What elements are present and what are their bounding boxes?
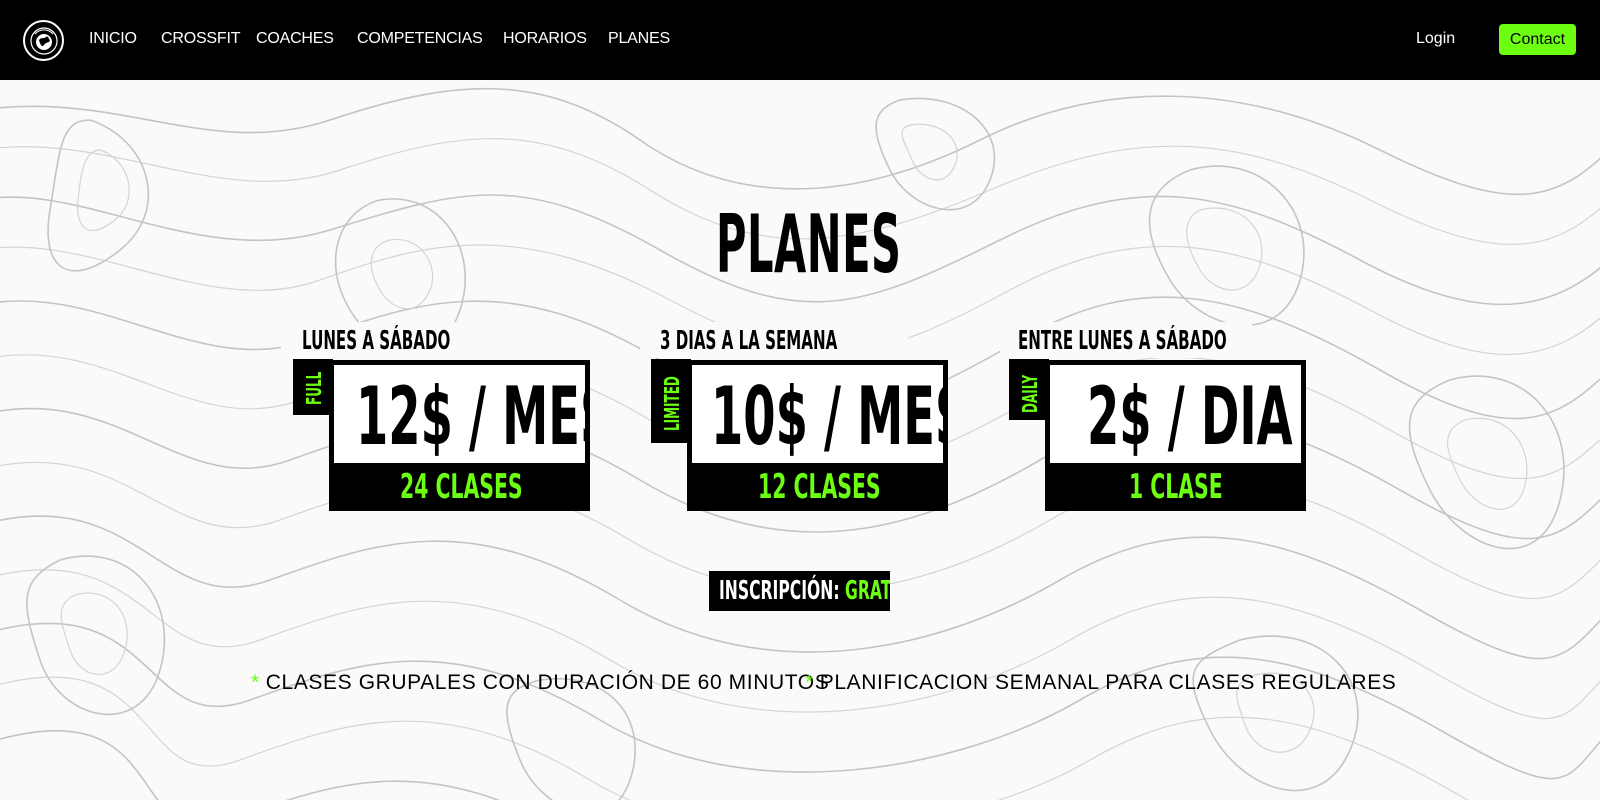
page-title: PLANES xyxy=(716,198,902,291)
plan-schedule-label: ENTRE LUNES A SÁBADO xyxy=(1018,326,1227,356)
note-weekly-planning: * PLANIFICACION SEMANAL PARA CLASES REGUL… xyxy=(805,671,1396,695)
plan-tag-full: FULL xyxy=(293,359,333,415)
nav-link-coaches[interactable]: COACHES xyxy=(256,30,334,48)
plan-schedule-label: 3 DIAS A LA SEMANA xyxy=(660,326,838,356)
contact-button[interactable]: Contact xyxy=(1499,24,1576,55)
plan-price: 2$ / DIA xyxy=(1087,370,1293,463)
plan-tag-label: DAILY xyxy=(1018,374,1042,413)
note-text: CLASES GRUPALES CON DURACIÓN DE 60 MINUT… xyxy=(265,671,830,694)
plan-price: 10$ / MES xyxy=(711,370,943,463)
nav-link-horarios[interactable]: HORARIOS xyxy=(503,30,587,48)
plan-price: 12$ / MES xyxy=(356,370,585,463)
note-text: PLANIFICACION SEMANAL PARA CLASES REGULA… xyxy=(819,671,1397,694)
plan-price-box: 10$ / MES 12 CLASES xyxy=(687,360,948,511)
plan-price-box: 12$ / MES 24 CLASES xyxy=(329,360,590,511)
nav-link-inicio[interactable]: INICIO xyxy=(89,30,137,48)
gym-logo-icon[interactable] xyxy=(23,20,64,61)
plan-classes: 12 CLASES xyxy=(758,467,881,507)
plan-tag-limited: LIMITED xyxy=(651,359,691,443)
login-link[interactable]: Login xyxy=(1416,30,1455,48)
inscription-label: INSCRIPCIÓN: xyxy=(719,576,840,606)
plan-classes: 1 CLASE xyxy=(1129,467,1223,507)
nav-link-crossfit[interactable]: CROSSFIT xyxy=(161,30,240,48)
plan-classes: 24 CLASES xyxy=(400,467,523,507)
plan-schedule-label: LUNES A SÁBADO xyxy=(302,326,451,356)
top-navbar: INICIO CROSSFIT COACHES COMPETENCIAS HOR… xyxy=(0,0,1600,80)
inscription-badge: INSCRIPCIÓN: GRATIS xyxy=(709,571,890,611)
plan-tag-daily: DAILY xyxy=(1009,359,1049,420)
note-group-classes: * CLASES GRUPALES CON DURACIÓN DE 60 MINU… xyxy=(251,671,829,695)
inscription-value: GRATIS xyxy=(845,576,890,606)
plan-price-box: 2$ / DIA 1 CLASE xyxy=(1045,360,1306,511)
plan-tag-label: LIMITED xyxy=(660,376,684,431)
note-bullet: * xyxy=(805,671,814,694)
note-bullet: * xyxy=(251,671,260,694)
nav-link-competencias[interactable]: COMPETENCIAS xyxy=(357,30,483,48)
nav-link-planes[interactable]: PLANES xyxy=(608,30,670,48)
plan-tag-label: FULL xyxy=(302,371,326,405)
